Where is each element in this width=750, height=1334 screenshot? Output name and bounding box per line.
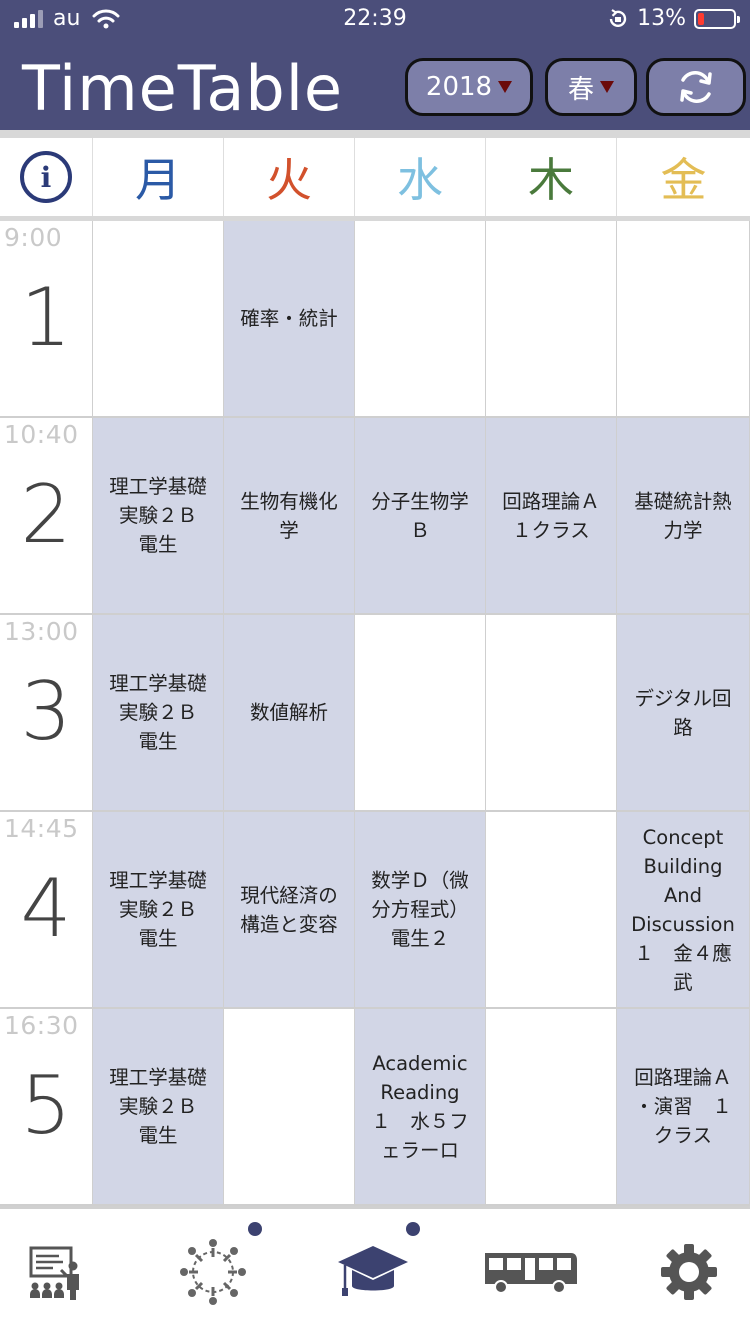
class-cell[interactable] bbox=[486, 812, 617, 1009]
year-value: 2018 bbox=[425, 72, 493, 102]
period-start-time: 14:45 bbox=[4, 814, 79, 843]
season-value: 春 bbox=[567, 74, 594, 105]
nav-bus[interactable] bbox=[476, 1227, 586, 1317]
class-cell[interactable] bbox=[93, 221, 224, 418]
day-header-fri: 金 bbox=[660, 153, 707, 207]
nav-timetable[interactable] bbox=[318, 1222, 428, 1317]
day-header-thu: 木 bbox=[486, 138, 617, 216]
class-cell[interactable]: 生物有機化 学 bbox=[224, 418, 355, 615]
class-cell[interactable] bbox=[617, 221, 750, 418]
period-start-time: 13:00 bbox=[4, 617, 79, 646]
class-cell[interactable]: 分子生物学 Ｂ bbox=[355, 418, 486, 615]
period-label: 16:30 5 bbox=[0, 1009, 93, 1206]
app-title: TimeTable bbox=[22, 52, 344, 125]
class-cell[interactable]: 数学Ｄ（微 分方程式） 電生２ bbox=[355, 812, 486, 1009]
battery-icon bbox=[694, 8, 740, 29]
timetable-grid: 9:00 1 確率・統計 10:40 2 理工学基礎 実験２Ｂ 電生 生物有機化… bbox=[0, 221, 750, 1206]
period-label: 13:00 3 bbox=[0, 615, 93, 812]
class-cell[interactable]: Concept Building And Discussion １ 金４應 武 bbox=[617, 812, 750, 1009]
dropdown-caret-icon bbox=[498, 81, 513, 93]
day-header-mon: 月 bbox=[93, 138, 224, 216]
header-divider bbox=[0, 130, 750, 138]
battery-percent: 13% bbox=[637, 6, 686, 31]
bottom-nav bbox=[0, 1206, 750, 1334]
classroom-icon bbox=[29, 1246, 79, 1300]
period-start-time: 9:00 bbox=[4, 223, 63, 252]
info-icon: i bbox=[20, 151, 72, 203]
dropdown-caret-icon bbox=[600, 81, 614, 93]
rotation-lock-icon bbox=[609, 8, 627, 27]
season-selector[interactable]: 春 bbox=[545, 58, 637, 116]
bus-icon bbox=[485, 1253, 577, 1294]
app-header: au 22:39 13% TimeTable 2018 春 bbox=[0, 0, 750, 130]
day-header-wed: 水 bbox=[355, 138, 486, 216]
refresh-icon bbox=[680, 71, 712, 103]
nav-classroom[interactable] bbox=[0, 1227, 110, 1317]
class-cell[interactable]: 確率・統計 bbox=[224, 221, 355, 418]
class-cell[interactable]: 理工学基礎 実験２Ｂ 電生 bbox=[93, 615, 224, 812]
year-selector[interactable]: 2018 bbox=[405, 58, 533, 116]
nav-settings[interactable] bbox=[634, 1227, 744, 1317]
gear-icon bbox=[661, 1244, 717, 1300]
info-button[interactable]: i bbox=[0, 138, 93, 216]
day-header-tue: 火 bbox=[224, 138, 355, 216]
refresh-button[interactable] bbox=[646, 58, 746, 116]
class-cell[interactable]: 基礎統計熱 力学 bbox=[617, 418, 750, 615]
class-cell[interactable] bbox=[355, 221, 486, 418]
class-cell[interactable] bbox=[355, 615, 486, 812]
class-cell[interactable]: 理工学基礎 実験２Ｂ 電生 bbox=[93, 812, 224, 1009]
class-cell[interactable]: 数値解析 bbox=[224, 615, 355, 812]
class-cell[interactable] bbox=[224, 1009, 355, 1206]
class-cell[interactable] bbox=[486, 615, 617, 812]
class-cell[interactable]: 理工学基礎 実験２Ｂ 電生 bbox=[93, 1009, 224, 1206]
status-bar: au 22:39 13% bbox=[0, 0, 750, 40]
weekday-header: i 月 火 水 木 金 bbox=[0, 138, 750, 216]
period-start-time: 16:30 bbox=[4, 1011, 79, 1040]
class-cell[interactable]: デジタル回 路 bbox=[617, 615, 750, 812]
class-cell[interactable] bbox=[486, 221, 617, 418]
status-right: 13% bbox=[607, 6, 740, 31]
class-cell[interactable]: 現代経済の 構造と変容 bbox=[224, 812, 355, 1009]
community-icon bbox=[180, 1239, 246, 1305]
notification-badge bbox=[406, 1222, 420, 1236]
period-number: 5 bbox=[20, 1059, 72, 1152]
period-start-time: 10:40 bbox=[4, 420, 79, 449]
period-number: 4 bbox=[20, 862, 72, 955]
class-cell[interactable]: 回路理論Ａ ・演習 １ クラス bbox=[617, 1009, 750, 1206]
period-label: 10:40 2 bbox=[0, 418, 93, 615]
class-cell[interactable]: 回路理論Ａ １クラス bbox=[486, 418, 617, 615]
period-number: 1 bbox=[20, 271, 72, 364]
class-cell[interactable] bbox=[486, 1009, 617, 1206]
period-label: 9:00 1 bbox=[0, 221, 93, 418]
notification-badge bbox=[248, 1222, 262, 1236]
graduation-cap-icon bbox=[338, 1246, 408, 1296]
period-number: 2 bbox=[20, 468, 72, 561]
nav-community[interactable] bbox=[158, 1222, 268, 1317]
class-cell[interactable]: Academic Reading １ 水５フ ェラーロ bbox=[355, 1009, 486, 1206]
period-number: 3 bbox=[20, 665, 72, 758]
period-label: 14:45 4 bbox=[0, 812, 93, 1009]
class-cell[interactable]: 理工学基礎 実験２Ｂ 電生 bbox=[93, 418, 224, 615]
